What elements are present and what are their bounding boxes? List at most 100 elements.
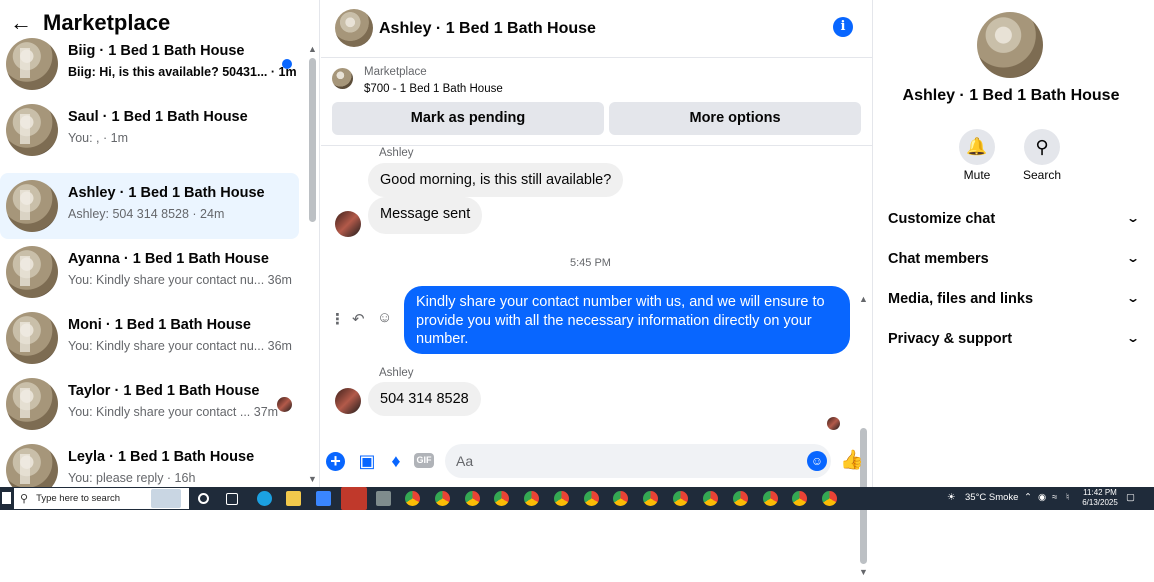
conversation-item-ayanna[interactable]: Ayanna · 1 Bed 1 Bath House You: Kindly … bbox=[0, 239, 299, 305]
notifications-icon[interactable]: ▢ bbox=[1126, 492, 1135, 503]
search-icon: ⚲ bbox=[20, 493, 29, 505]
react-emoji-icon[interactable]: ☺ bbox=[377, 309, 392, 326]
bell-icon[interactable]: 🔔 bbox=[959, 129, 995, 165]
chrome-icon[interactable] bbox=[792, 491, 807, 506]
wifi-icon[interactable]: ≈ bbox=[1052, 492, 1057, 503]
taskbar-search[interactable]: ⚲ Type here to search bbox=[14, 488, 189, 509]
sender-avatar[interactable] bbox=[335, 388, 361, 414]
sticker-icon[interactable]: ♦ bbox=[385, 450, 407, 472]
cortana-icon[interactable] bbox=[198, 493, 209, 504]
sender-avatar[interactable] bbox=[335, 211, 361, 237]
emoji-icon[interactable]: ☺ bbox=[807, 451, 827, 471]
chat-avatar[interactable] bbox=[335, 9, 373, 47]
thumbs-up-icon[interactable]: 👍 bbox=[840, 450, 864, 472]
search-icon[interactable]: ⚲ bbox=[1024, 129, 1060, 165]
section-label: Chat members bbox=[888, 251, 989, 267]
gif-icon[interactable]: GIF bbox=[414, 453, 434, 468]
weather-icon[interactable]: ☀ bbox=[947, 492, 956, 503]
details-panel: Ashley · 1 Bed 1 Bath House 🔔 Mute ⚲ Sea… bbox=[872, 0, 1154, 487]
message-bubble[interactable]: Message sent bbox=[368, 197, 483, 234]
weather-status[interactable]: 35°C Smoke bbox=[965, 492, 1018, 503]
my-message-bubble[interactable]: Kindly share your contact number with us… bbox=[404, 286, 850, 354]
chrome-icon[interactable] bbox=[673, 491, 688, 506]
conversation-item-ashley[interactable]: Ashley · 1 Bed 1 Bath House Ashley: 504 … bbox=[0, 173, 299, 239]
conversation-item-leyla[interactable]: Leyla · 1 Bed 1 Bath House You: please r… bbox=[0, 437, 299, 487]
message-thread: Ashley Good morning, is this still avail… bbox=[321, 146, 872, 577]
conversation-title: Taylor · 1 Bed 1 Bath House bbox=[68, 383, 260, 399]
messenger-app: ← Marketplace Biig · 1 Bed 1 Bath House … bbox=[0, 0, 1154, 577]
mark-pending-button[interactable]: Mark as pending bbox=[332, 102, 604, 135]
chrome-icon[interactable] bbox=[435, 491, 450, 506]
conversation-title: Ashley · 1 Bed 1 Bath House bbox=[68, 185, 265, 201]
message-bubble[interactable]: 504 314 8528 bbox=[368, 382, 481, 416]
section-chat-members[interactable]: Chat members ⌄ bbox=[888, 251, 1140, 273]
chrome-icon[interactable] bbox=[584, 491, 599, 506]
details-avatar[interactable] bbox=[977, 12, 1043, 78]
chrome-icon[interactable] bbox=[643, 491, 658, 506]
chevron-down-icon: ⌄ bbox=[1125, 331, 1141, 345]
section-label: Media, files and links bbox=[888, 291, 1034, 307]
plus-icon[interactable]: + bbox=[326, 452, 345, 471]
chrome-icon[interactable] bbox=[554, 491, 569, 506]
active-app-icon[interactable] bbox=[341, 487, 367, 510]
chat-panel: Ashley · 1 Bed 1 Bath House i Marketplac… bbox=[321, 0, 872, 577]
chrome-icon[interactable] bbox=[494, 491, 509, 506]
message-bubble[interactable]: Good morning, is this still available? bbox=[368, 163, 624, 197]
message-input[interactable]: Aa ☺ bbox=[445, 444, 831, 478]
conversation-snippet: You: please reply · 16h bbox=[68, 471, 196, 485]
message-input-placeholder: Aa bbox=[456, 453, 474, 469]
reply-icon[interactable]: ↶ bbox=[352, 310, 365, 328]
chrome-icon[interactable] bbox=[703, 491, 718, 506]
mail-icon[interactable] bbox=[316, 491, 331, 506]
mute-label[interactable]: Mute bbox=[947, 168, 1007, 182]
search-highlight-icon bbox=[151, 489, 181, 508]
chrome-icon[interactable] bbox=[405, 491, 420, 506]
section-privacy-support[interactable]: Privacy & support ⌄ bbox=[888, 331, 1141, 353]
chrome-icon[interactable] bbox=[465, 491, 480, 506]
more-options-button[interactable]: More options bbox=[609, 102, 861, 135]
chrome-icon[interactable] bbox=[822, 491, 837, 506]
windows-taskbar: ⚲ Type here to search ☀ 35°C Smoke ⌃ ◉ ≈… bbox=[0, 487, 1154, 510]
scroll-up-arrow-icon[interactable]: ▲ bbox=[308, 44, 317, 54]
conversation-item-biig[interactable]: Biig · 1 Bed 1 Bath House Biig: Hi, is t… bbox=[0, 31, 299, 97]
section-customize-chat[interactable]: Customize chat ⌄ bbox=[888, 211, 1140, 233]
conversation-snippet: You: Kindly share your contact nu... 36m bbox=[68, 273, 292, 287]
task-view-icon[interactable] bbox=[226, 493, 238, 505]
listing-thumbnail bbox=[6, 312, 58, 364]
more-actions-icon[interactable]: ⋮ bbox=[330, 310, 345, 328]
file-explorer-icon[interactable] bbox=[286, 491, 301, 506]
sidebar-scrollbar[interactable]: ▲ ▼ bbox=[307, 44, 317, 487]
chat-title[interactable]: Ashley · 1 Bed 1 Bath House bbox=[379, 20, 596, 38]
scroll-up-arrow-icon[interactable]: ▲ bbox=[859, 294, 868, 304]
volume-icon[interactable]: ♮ bbox=[1066, 492, 1069, 503]
network-icon[interactable]: ◉ bbox=[1038, 492, 1046, 503]
scroll-down-arrow-icon[interactable]: ▼ bbox=[308, 474, 317, 484]
start-icon[interactable] bbox=[2, 492, 11, 504]
info-icon[interactable]: i bbox=[833, 17, 853, 37]
edge-icon[interactable] bbox=[257, 491, 272, 506]
scroll-down-arrow-icon[interactable]: ▼ bbox=[859, 567, 868, 577]
conversation-title: Leyla · 1 Bed 1 Bath House bbox=[68, 449, 255, 465]
section-media-files-links[interactable]: Media, files and links ⌄ bbox=[888, 291, 1140, 313]
conversation-item-taylor[interactable]: Taylor · 1 Bed 1 Bath House You: Kindly … bbox=[0, 371, 299, 437]
conversation-item-saul[interactable]: Saul · 1 Bed 1 Bath House You: , · 1m bbox=[0, 97, 299, 163]
listing-detail[interactable]: $700 - 1 Bed 1 Bath House bbox=[364, 83, 503, 95]
section-label: Customize chat bbox=[888, 211, 996, 227]
photo-icon[interactable]: ▣ bbox=[356, 450, 378, 472]
conversation-item-moni[interactable]: Moni · 1 Bed 1 Bath House You: Kindly sh… bbox=[0, 305, 299, 371]
chrome-icon[interactable] bbox=[613, 491, 628, 506]
tray-chevron-icon[interactable]: ⌃ bbox=[1024, 492, 1032, 503]
conversation-snippet: You: Kindly share your contact nu... 36m bbox=[68, 339, 292, 353]
listing-thumbnail bbox=[6, 180, 58, 232]
scrollbar-thumb[interactable] bbox=[309, 58, 316, 222]
conversation-snippet: Ashley: 504 314 8528 · 24m bbox=[68, 207, 225, 221]
listing-thumbnail bbox=[6, 246, 58, 298]
conversation-title: Biig · 1 Bed 1 Bath House bbox=[68, 43, 245, 59]
chrome-icon[interactable] bbox=[763, 491, 778, 506]
search-label[interactable]: Search bbox=[1012, 168, 1072, 182]
calculator-icon[interactable] bbox=[376, 491, 391, 506]
conversation-snippet: You: Kindly share your contact ... 37m bbox=[68, 405, 279, 419]
system-clock[interactable]: 11:42 PM 6/13/2025 bbox=[1080, 488, 1120, 508]
chrome-icon[interactable] bbox=[733, 491, 748, 506]
chrome-icon[interactable] bbox=[524, 491, 539, 506]
